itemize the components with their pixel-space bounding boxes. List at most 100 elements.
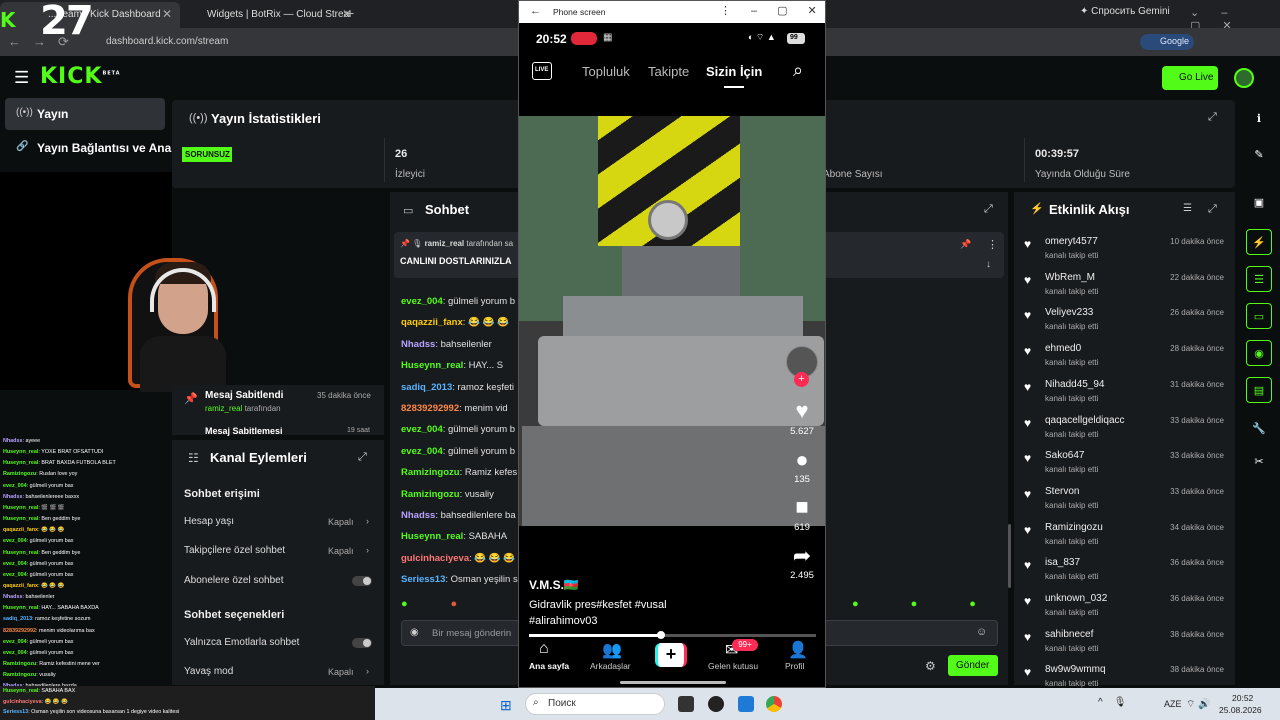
chat-username[interactable]: Nhadss [401, 339, 435, 350]
activity-username[interactable]: Veliyev233 [1045, 307, 1093, 318]
url-field[interactable]: dashboard.kick.com/stream [106, 36, 228, 47]
option-account-age[interactable]: Hesap yaşı [184, 516, 234, 527]
go-live-button[interactable]: Go Live [1162, 66, 1218, 90]
nav-friends-label[interactable]: Arkadaşlar [590, 661, 631, 671]
sidebar-item-stream-key[interactable]: 🔗 Yayın Bağlantısı ve Anahtarı [5, 132, 175, 164]
chat-username[interactable]: qaqazzii_fanx [401, 317, 463, 328]
back-arrow-icon[interactable]: ← [530, 5, 541, 17]
close-icon[interactable]: ✕ [162, 7, 172, 21]
chat-message[interactable]: gulcinhaciyeva: 😂 😂 😂 [401, 553, 515, 564]
menu-icon[interactable]: ☰ [14, 68, 29, 88]
taskbar-date[interactable]: 25.08.2026 [1219, 705, 1262, 715]
gemini-button[interactable]: ✦ Спросить Gemini [1080, 6, 1170, 17]
chat-message[interactable]: Huseynn_real: SABAHA [401, 531, 507, 542]
chat-message[interactable]: evez_004: gülmeli yorum b [401, 424, 515, 435]
chat-username[interactable]: Ramizingozu [401, 489, 460, 500]
bookmark-icon[interactable]: ■ [788, 494, 816, 520]
chat-username[interactable]: Huseynn_real [401, 531, 463, 542]
chat-username[interactable]: sadiq_2013 [401, 382, 452, 393]
tab-topluluk[interactable]: Topluluk [582, 64, 630, 79]
windows-start-icon[interactable]: ⊞ [500, 697, 512, 714]
tab-sizin-icin[interactable]: Sizin İçin [706, 64, 762, 79]
chat-message[interactable]: Ramizingozu: vusaliy [401, 489, 494, 500]
chat-username[interactable]: evez_004 [401, 296, 443, 307]
expand-icon[interactable]: ⤢ [358, 451, 367, 464]
avatar[interactable] [1234, 68, 1254, 88]
tab-takipte[interactable]: Takipte [648, 64, 689, 79]
chat-username[interactable]: Huseynn_real [401, 360, 463, 371]
phone-window-controls[interactable]: ⋮–▢✕ [720, 4, 837, 17]
layout-icon[interactable]: ▣ [1246, 190, 1272, 216]
emoji-icon[interactable]: ☺ [976, 626, 987, 638]
nav-home-label[interactable]: Ana sayfa [529, 661, 569, 671]
obs-icon[interactable] [708, 696, 724, 712]
send-button[interactable]: Gönder [948, 655, 998, 676]
chat-message[interactable]: Seriess13: Osman yeşilin s [401, 574, 518, 585]
chat-message[interactable]: evez_004: gülmeli yorum b [401, 296, 515, 307]
chat-username[interactable]: evez_004 [401, 424, 443, 435]
chevron-right-icon[interactable]: › [366, 545, 369, 555]
emote-only-toggle[interactable] [352, 638, 372, 648]
new-tab-button[interactable]: + [346, 5, 354, 21]
settings-icon[interactable]: ✂ [1246, 449, 1272, 475]
kick-logo[interactable]: KICKBETA [40, 64, 121, 89]
nav-inbox-label[interactable]: Gelen kutusu [708, 661, 758, 671]
creator-name[interactable]: V.M.S.🇦🇿 [529, 578, 579, 592]
lightning-icon[interactable]: ⚡ [1246, 229, 1272, 255]
profile-icon[interactable]: 👤 [788, 640, 808, 660]
option-slow-mode[interactable]: Yavaş mod [184, 666, 233, 677]
chat-message[interactable]: Huseynn_real: HAY... S [401, 360, 503, 371]
emote-icons-left[interactable]: ● ● [401, 598, 457, 610]
clip-icon[interactable]: ▤ [1246, 377, 1272, 403]
taskbar-clock[interactable]: 20:52 [1232, 693, 1253, 703]
expand-icon[interactable]: ⤢ [1208, 203, 1217, 216]
chat-username[interactable]: gulcinhaciyeva [401, 553, 469, 564]
chat-message[interactable]: 82839292992: menim vid [401, 403, 508, 414]
chat-message[interactable]: Ramizingozu: Ramiz kefes [401, 467, 517, 478]
activity-username[interactable]: Sako647 [1045, 450, 1084, 461]
broadcast-icon[interactable]: ◉ [1246, 340, 1272, 366]
chat-username[interactable]: Seriess13 [401, 574, 445, 585]
option-value[interactable]: Kapalı [328, 667, 354, 677]
activity-username[interactable]: isa_837 [1045, 557, 1080, 568]
filter-icon[interactable]: ☰ [1183, 203, 1192, 214]
edit-icon[interactable]: ✎ [1246, 142, 1272, 168]
chevron-down-icon[interactable]: ↓ [986, 259, 991, 270]
activity-username[interactable]: WbRem_M [1045, 272, 1095, 283]
live-icon[interactable]: LIVE [532, 62, 552, 80]
list-icon[interactable]: ☰ [1246, 266, 1272, 292]
comment-icon[interactable]: ● [788, 447, 816, 473]
more-icon[interactable]: ⋮ [987, 238, 998, 251]
home-icon[interactable]: ⌂ [539, 640, 549, 658]
activity-username[interactable]: Nihadd45_94 [1045, 379, 1105, 390]
chat-message[interactable]: evez_004: gülmeli yorum b [401, 446, 515, 457]
expand-icon[interactable]: ⤢ [984, 203, 993, 216]
share-icon[interactable]: ➦ [788, 543, 816, 569]
chevron-right-icon[interactable]: › [366, 516, 369, 526]
taskview-icon[interactable] [678, 696, 694, 712]
expand-icon[interactable]: ⤢ [1208, 111, 1217, 124]
chat-icon[interactable]: ▭ [1246, 303, 1272, 329]
scrollbar[interactable] [1008, 524, 1011, 588]
chat-message[interactable]: Nhadss: bahsedilenlere ba [401, 510, 516, 521]
unpin-icon[interactable]: 📌 [960, 239, 971, 250]
friends-icon[interactable]: 👥 [602, 640, 622, 660]
app-icon[interactable] [738, 696, 754, 712]
chat-username[interactable]: Nhadss [401, 510, 435, 521]
heart-icon[interactable]: ♥ [788, 398, 816, 424]
chat-username[interactable]: evez_004 [401, 446, 443, 457]
option-value[interactable]: Kapalı [328, 546, 354, 556]
language-indicator[interactable]: AZE [1164, 699, 1182, 709]
chat-message[interactable]: qaqazzii_fanx: 😂 😂 😂 [401, 317, 509, 328]
chat-username[interactable]: 82839292992 [401, 403, 459, 414]
chat-message[interactable]: Nhadss: bahseilenler [401, 339, 492, 350]
sidebar-item-yayin[interactable]: ((•)) Yayın [5, 98, 165, 130]
option-value[interactable]: Kapalı [328, 517, 354, 527]
activity-username[interactable]: 8w9w9wmmq [1045, 664, 1106, 675]
activity-username[interactable]: unknown_032 [1045, 593, 1107, 604]
option-followers-only[interactable]: Takipçilere özel sohbet [184, 545, 285, 556]
nav-profile-label[interactable]: Profil [785, 661, 804, 671]
activity-username[interactable]: Stervon [1045, 486, 1079, 497]
wrench-icon[interactable]: 🔧 [1246, 416, 1272, 442]
activity-username[interactable]: sahibnecef [1045, 629, 1093, 640]
